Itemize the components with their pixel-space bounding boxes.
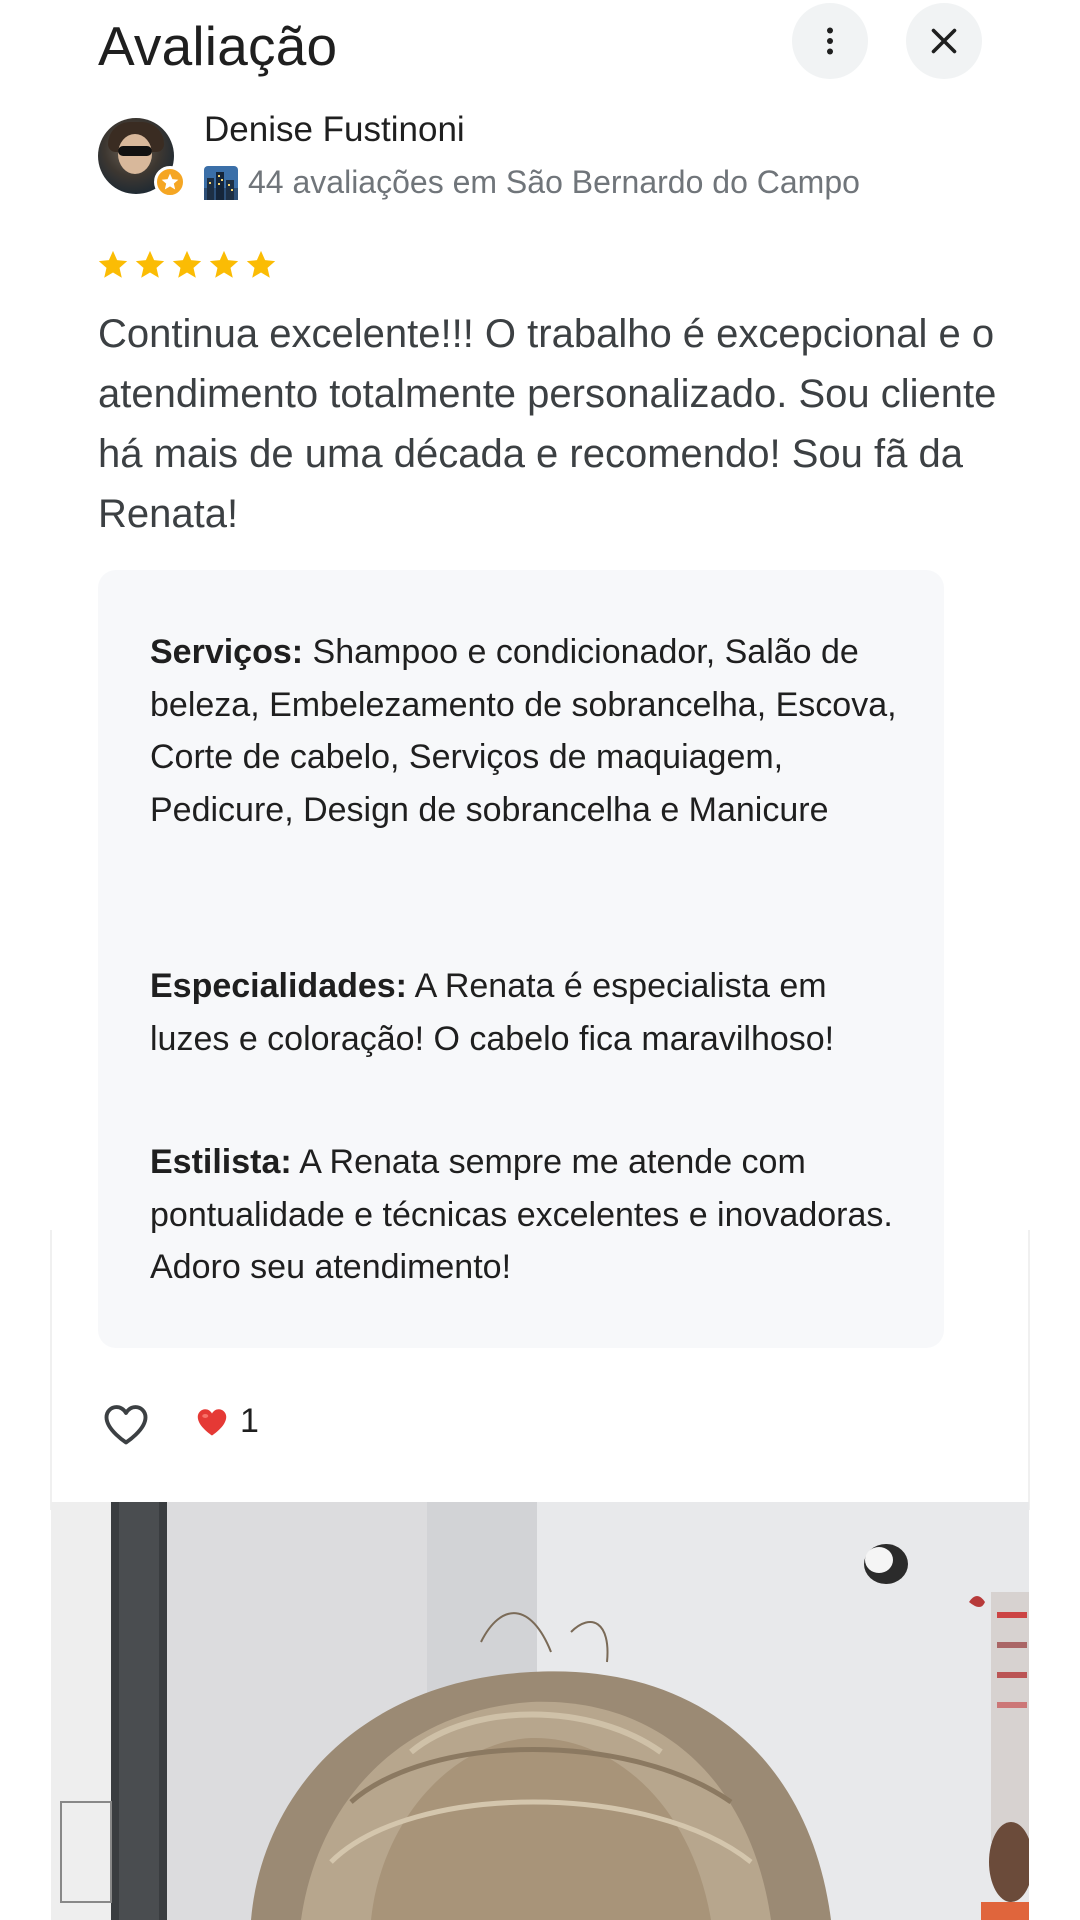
local-guide-star-icon xyxy=(154,166,186,198)
close-icon xyxy=(931,28,957,54)
star-rating xyxy=(96,248,278,282)
star-icon xyxy=(246,250,276,278)
author-avatar[interactable] xyxy=(98,118,186,198)
star-icon xyxy=(135,250,165,278)
city-icon xyxy=(204,165,238,200)
author-meta: 44 avaliações em São Bernardo do Campo xyxy=(204,164,860,201)
review-text: Continua excelente!!! O trabalho é excep… xyxy=(98,312,997,536)
more-options-button[interactable] xyxy=(792,3,868,79)
close-button[interactable] xyxy=(906,3,982,79)
reaction-count: 1 xyxy=(240,1402,259,1440)
heart-outline-icon xyxy=(104,1405,148,1445)
more-vert-icon xyxy=(827,27,833,55)
red-heart-icon xyxy=(197,1408,227,1435)
review-photo-image xyxy=(51,1502,1029,1920)
attribute-label: Especialidades: xyxy=(150,967,408,1005)
attribute-services: Serviços: Shampoo e condicionador, Salão… xyxy=(150,626,910,836)
page-title: Avaliação xyxy=(98,15,338,77)
star-icon xyxy=(209,250,239,278)
review-attributes: Serviços: Shampoo e condicionador, Salão… xyxy=(98,570,944,1348)
review-detail-page: Avaliação Denise Fustinoni 44 avaliações… xyxy=(0,0,1080,1920)
reaction-summary[interactable]: 1 xyxy=(194,1402,259,1441)
author-name[interactable]: Denise Fustinoni xyxy=(204,110,465,150)
star-icon xyxy=(172,250,202,278)
star-icon xyxy=(98,250,128,278)
attribute-label: Serviços: xyxy=(150,633,304,671)
like-button[interactable] xyxy=(100,1398,152,1450)
attribute-label: Estilista: xyxy=(150,1143,292,1181)
attribute-stylist: Estilista: A Renata sempre me atende com… xyxy=(150,1136,910,1294)
attribute-specialties: Especialidades: A Renata é especialista … xyxy=(150,960,910,1065)
review-photo[interactable] xyxy=(51,1502,1029,1920)
author-review-count: 44 avaliações em São Bernardo do Campo xyxy=(248,164,860,200)
